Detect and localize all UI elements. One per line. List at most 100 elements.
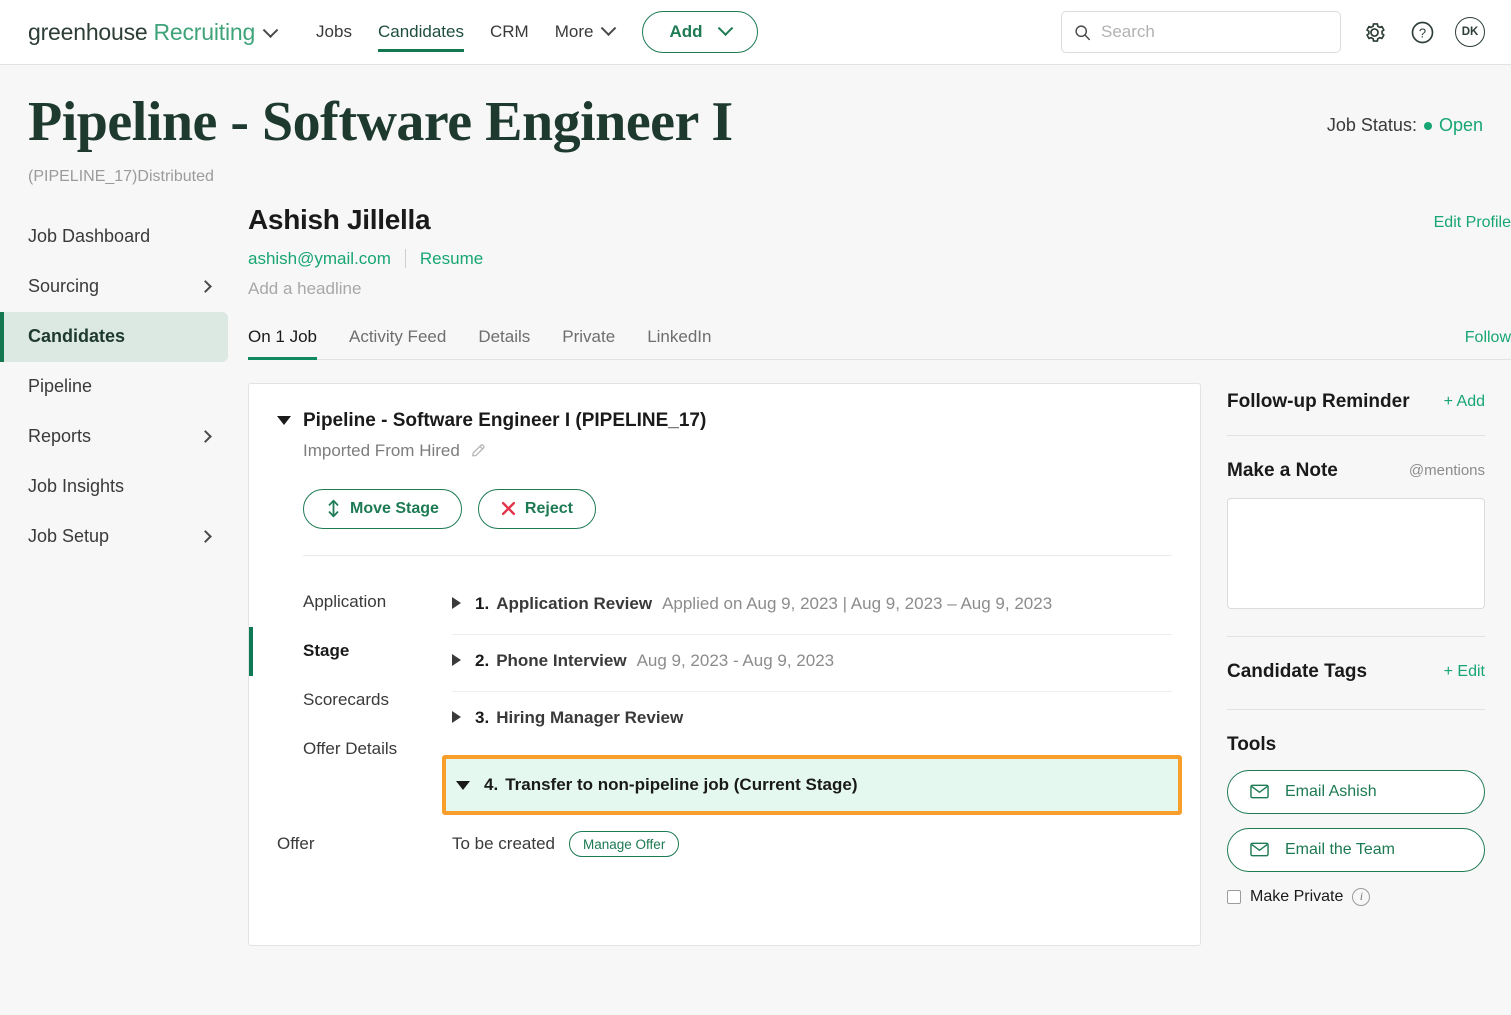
headline-placeholder[interactable]: Add a headline [248,279,1381,299]
card-title-row: Pipeline - Software Engineer I (PIPELINE… [277,410,1172,432]
chevron-down-icon [601,19,617,36]
card-subnav: Application Stage Scorecards Offer Detai… [249,578,452,816]
triangle-down-icon[interactable] [456,780,470,790]
email-candidate-label: Email Ashish [1285,782,1377,800]
sidebar-item-pipeline[interactable]: Pipeline [0,362,228,412]
search-input[interactable] [1100,22,1328,42]
resume-link[interactable]: Resume [420,249,483,269]
stage-meta: Applied on Aug 9, 2023 | Aug 9, 2023 – A… [662,593,1053,613]
nav-item-crm[interactable]: CRM [490,18,529,46]
edit-candidate-tags-link[interactable]: + Edit [1444,663,1485,681]
brand-primary-text: greenhouse [28,18,148,45]
stage-row[interactable]: 2. Phone Interview Aug 9, 2023 - Aug 9, 20… [452,635,1172,692]
stage-text: 1. Application Review Applied on Aug 9, 20… [475,592,1052,617]
move-stage-label: Move Stage [350,499,439,517]
nav-item-jobs[interactable]: Jobs [316,18,352,46]
candidate-tags-header: Candidate Tags + Edit [1227,637,1485,683]
subnav-item-application[interactable]: Application [303,578,452,627]
reject-button[interactable]: Reject [477,488,596,529]
stage-meta: Aug 9, 2023 - Aug 9, 2023 [636,650,835,670]
content-row: Pipeline - Software Engineer I (PIPELINE… [248,382,1511,946]
tab-details[interactable]: Details [478,327,530,359]
card-divider [303,554,1172,556]
job-status-label: Job Status: [1326,115,1417,135]
triangle-down-icon[interactable] [277,416,291,426]
nav-more-label: More [554,22,594,41]
page-title: Pipeline - Software Engineer I [28,91,733,153]
nav-item-more[interactable]: More [554,19,617,42]
page-subtitle: (PIPELINE_17)Distributed [28,167,214,185]
tools-header: Tools [1227,710,1485,756]
email-team-button[interactable]: Email the Team [1227,827,1485,872]
tab-on-1-job[interactable]: On 1 Job [248,327,317,360]
edit-profile-link[interactable]: Edit Profile [1434,214,1511,232]
note-textarea[interactable] [1227,497,1485,609]
stage-text: 4. Transfer to non-pipeline job (Current … [484,773,857,798]
manage-offer-button[interactable]: Manage Offer [569,831,680,858]
stage-row[interactable]: 1. Application Review Applied on Aug 9, 20… [452,578,1172,635]
sidebar-item-label: Reports [28,426,92,447]
subnav-item-offer-details[interactable]: Offer Details [303,725,452,774]
settings-button[interactable] [1359,17,1389,47]
offer-row: Offer To be created Manage Offer [277,831,1172,858]
envelope-icon [1250,784,1269,799]
chevron-down-icon[interactable] [262,21,279,38]
make-private-checkbox[interactable] [1227,889,1241,904]
help-button[interactable]: ? [1407,17,1437,47]
add-button[interactable]: Add [642,11,759,53]
candidate-links: ashish@ymail.com Resume [248,249,1381,269]
stage-row-current[interactable]: 4. Transfer to non-pipeline job (Current … [442,754,1182,816]
left-sidebar: Job Dashboard Sourcing Candidates Pipeli… [0,204,228,946]
add-button-label: Add [669,22,703,41]
tools-title: Tools [1227,733,1277,755]
brand-logo[interactable]: greenhouse Recruiting [28,18,279,46]
chevron-right-icon [199,430,212,444]
sidebar-item-label: Sourcing [28,276,100,297]
chevron-right-icon [199,280,212,294]
stage-number: 1. [475,593,490,613]
mentions-hint[interactable]: @mentions [1409,462,1485,479]
candidate-header: Ashish Jillella ashish@ymail.com Resume … [248,204,1511,299]
subnav-item-scorecards[interactable]: Scorecards [303,676,452,725]
stage-text: 2. Phone Interview Aug 9, 2023 - Aug 9, 20… [475,649,834,674]
card-title: Pipeline - Software Engineer I (PIPELINE… [303,409,707,431]
candidate-tabs: On 1 Job Activity Feed Details Private L… [248,327,1511,360]
main-content: Ashish Jillella ashish@ymail.com Resume … [228,204,1511,946]
sidebar-item-job-dashboard[interactable]: Job Dashboard [0,212,228,262]
email-team-label: Email the Team [1285,840,1395,858]
sidebar-item-candidates[interactable]: Candidates [0,311,228,362]
sidebar-item-job-setup[interactable]: Job Setup [0,512,228,562]
stage-name: Application Review [496,593,653,613]
divider [404,249,406,269]
triangle-right-icon[interactable] [452,653,461,666]
tab-linkedin[interactable]: LinkedIn [647,327,711,359]
sidebar-item-sourcing[interactable]: Sourcing [0,262,228,312]
subnav-item-stage[interactable]: Stage [303,627,452,676]
candidate-email-link[interactable]: ashish@ymail.com [248,249,391,269]
question-mark-icon: ? [1411,21,1433,43]
email-candidate-button[interactable]: Email Ashish [1227,769,1485,814]
user-avatar[interactable]: DK [1455,17,1485,47]
card-source-label: Imported From Hired [303,440,460,460]
move-stage-button[interactable]: Move Stage [303,488,462,529]
right-rail: Follow-up Reminder + Add Make a Note @me… [1201,383,1511,946]
stage-list: 1. Application Review Applied on Aug 9, 20… [442,578,1182,816]
add-followup-reminder-link[interactable]: + Add [1444,393,1485,411]
pencil-icon[interactable] [470,442,488,460]
triangle-right-icon[interactable] [452,596,461,609]
sidebar-item-reports[interactable]: Reports [0,412,228,462]
nav-item-candidates[interactable]: Candidates [377,18,464,52]
sidebar-item-job-insights[interactable]: Job Insights [0,462,228,512]
tab-activity-feed[interactable]: Activity Feed [349,327,446,359]
follow-link[interactable]: Follow [1465,329,1511,347]
stage-area: Application Stage Scorecards Offer Detai… [249,578,1182,816]
info-icon[interactable]: i [1352,887,1371,906]
sidebar-item-label: Pipeline [28,376,93,397]
stage-row[interactable]: 3. Hiring Manager Review [452,692,1172,749]
followup-reminder-header: Follow-up Reminder + Add [1227,383,1485,413]
stage-number: 4. [484,774,499,794]
envelope-icon [1250,842,1269,857]
triangle-right-icon[interactable] [452,710,461,723]
search-box[interactable] [1061,11,1341,53]
tab-private[interactable]: Private [562,327,615,359]
